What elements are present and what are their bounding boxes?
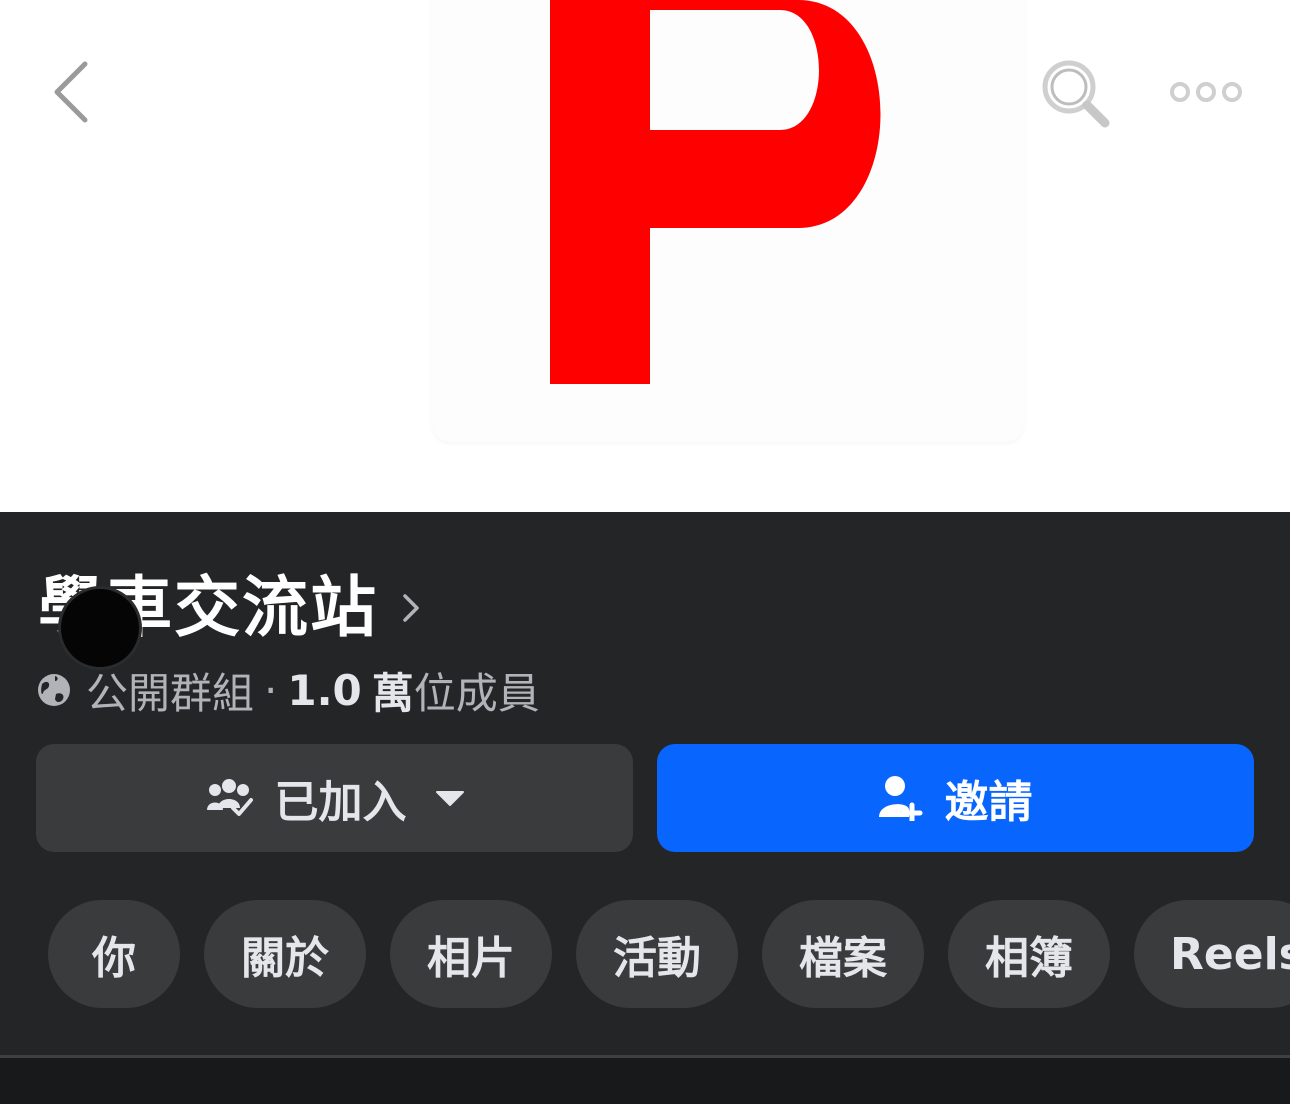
- invite-button[interactable]: 邀請: [657, 744, 1254, 852]
- tab-files[interactable]: 檔案: [762, 900, 924, 1008]
- chevron-left-icon: [54, 61, 88, 123]
- caret-down-icon: [435, 789, 465, 807]
- tab-you[interactable]: 你: [48, 900, 180, 1008]
- group-check-icon: [205, 778, 253, 818]
- more-options-button[interactable]: [1160, 62, 1252, 122]
- joined-button[interactable]: 已加入: [36, 744, 633, 852]
- avatar[interactable]: [58, 586, 142, 670]
- search-icon: [1042, 60, 1110, 128]
- group-meta: 公開群組 · 1.0 萬 位成員: [36, 662, 540, 718]
- group-info-panel: 學車交流站 公開群組 · 1.0 萬 位成員 已加入 邀請 你 關於 相片 活動…: [0, 512, 1290, 1104]
- tab-photos[interactable]: 相片: [390, 900, 552, 1008]
- globe-icon: [36, 672, 72, 708]
- feed-area: [0, 1058, 1290, 1104]
- tab-about[interactable]: 關於: [204, 900, 366, 1008]
- add-person-icon: [878, 775, 923, 821]
- tab-albums[interactable]: 相簿: [948, 900, 1110, 1008]
- members-unit: 萬: [371, 668, 414, 718]
- privacy-label: 公開群組: [86, 668, 255, 718]
- chevron-right-icon: [403, 594, 419, 622]
- back-button[interactable]: [36, 52, 106, 132]
- tab-reels[interactable]: Reels: [1134, 900, 1290, 1008]
- invite-label: 邀請: [944, 777, 1033, 828]
- members-suffix: 位成員: [413, 668, 540, 718]
- group-tabs: 你 關於 相片 活動 檔案 相簿 Reels: [0, 900, 1290, 1008]
- p-plate-logo: [550, 0, 881, 384]
- members-count[interactable]: 1.0: [287, 666, 361, 715]
- cover-photo[interactable]: [0, 0, 1290, 512]
- more-horizontal-icon: [1170, 82, 1242, 102]
- search-button[interactable]: [1030, 50, 1120, 136]
- meta-separator: ·: [264, 665, 278, 715]
- joined-label: 已加入: [274, 777, 407, 828]
- tab-events[interactable]: 活動: [576, 900, 738, 1008]
